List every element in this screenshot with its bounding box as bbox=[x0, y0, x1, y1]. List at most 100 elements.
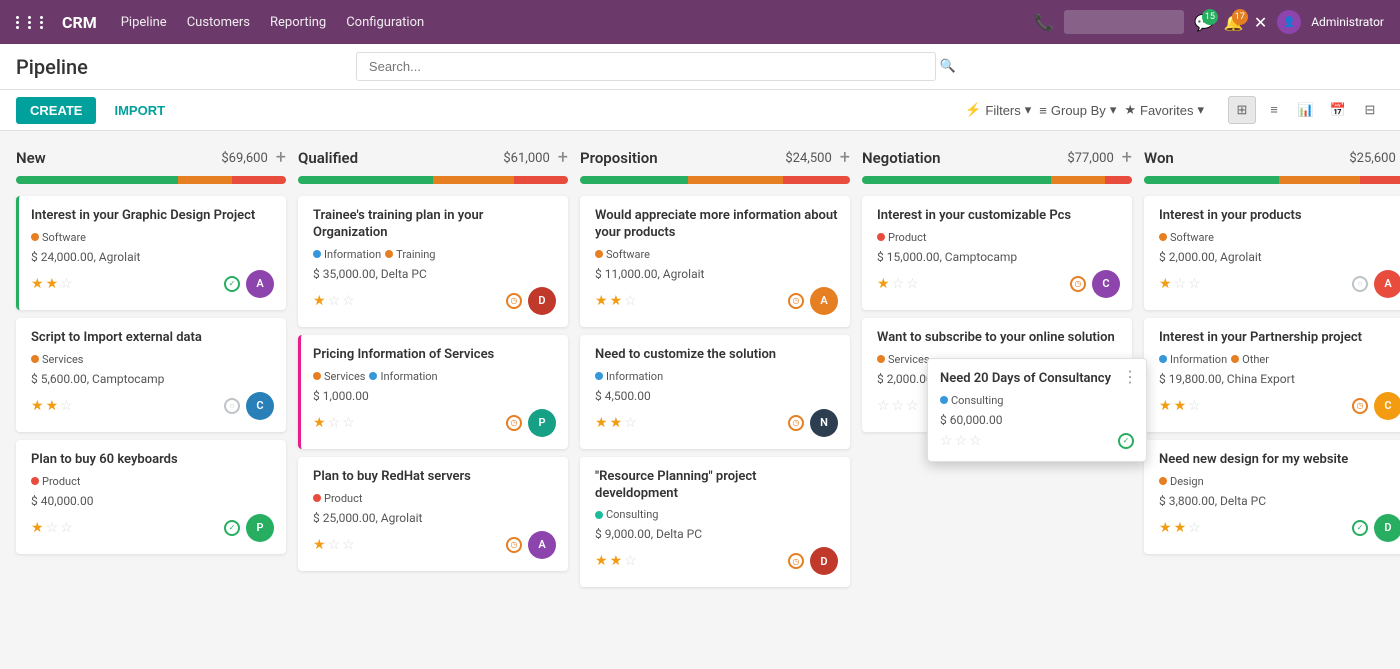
card-tags: Software bbox=[1159, 231, 1400, 244]
list-view-icon[interactable]: ≡ bbox=[1260, 96, 1288, 124]
card-avatar: C bbox=[1374, 392, 1400, 420]
calendar-view-icon[interactable]: 📅 bbox=[1324, 96, 1352, 124]
card-title: Interest in your Partnership project bbox=[1159, 330, 1400, 347]
kanban-card[interactable]: Plan to buy RedHat servers Product $ 25,… bbox=[298, 457, 568, 571]
popup-footer: ☆☆☆ ✓ bbox=[940, 433, 1134, 449]
nav-configuration[interactable]: Configuration bbox=[346, 15, 424, 30]
col-proposition: Proposition $24,500 + Would appreciate m… bbox=[580, 147, 850, 595]
card-tag: Design bbox=[1159, 475, 1204, 488]
card-tags: Software bbox=[595, 248, 838, 261]
star-2: ☆ bbox=[342, 537, 355, 553]
col-add-button[interactable]: + bbox=[558, 147, 568, 168]
star-2: ☆ bbox=[624, 415, 637, 431]
admin-name[interactable]: Administrator bbox=[1311, 15, 1384, 29]
card-avatar: P bbox=[528, 409, 556, 437]
tag-label: Information bbox=[324, 248, 381, 261]
tag-dot bbox=[595, 372, 603, 380]
card-title: Need new design for my website bbox=[1159, 452, 1400, 469]
kanban-card[interactable]: Would appreciate more information about … bbox=[580, 196, 850, 327]
tag-label: Information bbox=[380, 370, 437, 383]
star-1: ☆ bbox=[892, 398, 905, 414]
card-tags: Services bbox=[31, 353, 274, 366]
status-icon: ◷ bbox=[506, 293, 522, 309]
card-avatar: A bbox=[810, 287, 838, 315]
action-bar-right: ⚡ Filters ▾ ≡ Group By ▾ ★ Favorites ▾ ⊞… bbox=[965, 96, 1384, 124]
phone-icon[interactable]: 📞 bbox=[1034, 13, 1054, 32]
kanban-card[interactable]: Interest in your customizable Pcs Produc… bbox=[862, 196, 1132, 310]
favorites-button[interactable]: ★ Favorites ▾ bbox=[1124, 102, 1204, 118]
tag-label: Other bbox=[1242, 353, 1269, 366]
progress-bar bbox=[862, 176, 1132, 184]
brand-logo[interactable]: CRM bbox=[62, 13, 97, 32]
star-1: ★ bbox=[610, 293, 623, 309]
card-amount: $ 5,600.00, Camptocamp bbox=[31, 372, 274, 386]
card-footer: ★★☆ ◷ C bbox=[1159, 392, 1400, 420]
tag-dot bbox=[369, 372, 377, 380]
col-add-button[interactable]: + bbox=[276, 147, 286, 168]
card-right: ✓ P bbox=[224, 514, 274, 542]
tag-dot bbox=[1231, 355, 1239, 363]
card-footer: ★★☆ ○ C bbox=[31, 392, 274, 420]
star-2: ☆ bbox=[1188, 520, 1201, 536]
card-right: ◷ D bbox=[788, 547, 838, 575]
messages-icon-wrapper: 💬 15 bbox=[1194, 13, 1214, 32]
card-avatar: D bbox=[810, 547, 838, 575]
col-new: New $69,600 + Interest in your Graphic D… bbox=[16, 147, 286, 562]
nav-right: 📞 💬 15 🔔 17 ✕ 👤 Administrator bbox=[1034, 10, 1384, 34]
kanban-card[interactable]: Need new design for my website Design $ … bbox=[1144, 440, 1400, 554]
col-title: Proposition bbox=[580, 149, 658, 167]
card-stars: ★☆☆ bbox=[1159, 276, 1201, 292]
card-amount: $ 25,000.00, Agrolait bbox=[313, 511, 556, 525]
kanban-card[interactable]: Interest in your products Software $ 2,0… bbox=[1144, 196, 1400, 310]
chart-view-icon[interactable]: 📊 bbox=[1292, 96, 1320, 124]
tag-label: Information bbox=[606, 370, 663, 383]
tag-dot bbox=[31, 355, 39, 363]
card-stars: ★★☆ bbox=[31, 276, 73, 292]
card-stars: ★☆☆ bbox=[31, 520, 73, 536]
status-icon: ◷ bbox=[506, 415, 522, 431]
card-right: ◷ A bbox=[506, 531, 556, 559]
nav-pipeline[interactable]: Pipeline bbox=[121, 15, 167, 30]
status-icon: ◷ bbox=[788, 415, 804, 431]
star-0: ☆ bbox=[877, 398, 890, 414]
kanban-card[interactable]: Pricing Information of Services Services… bbox=[298, 335, 568, 449]
col-header: New $69,600 + bbox=[16, 147, 286, 168]
card-tags: Information Other bbox=[1159, 353, 1400, 366]
card-avatar: D bbox=[528, 287, 556, 315]
search-input[interactable] bbox=[356, 52, 936, 81]
import-button[interactable]: IMPORT bbox=[104, 97, 175, 124]
filters-button[interactable]: ⚡ Filters ▾ bbox=[965, 102, 1031, 118]
popup-tag-label: Consulting bbox=[951, 394, 1003, 407]
col-add-button[interactable]: + bbox=[1122, 147, 1132, 168]
avatar[interactable]: 👤 bbox=[1277, 10, 1301, 34]
grid-view-icon[interactable]: ⊟ bbox=[1356, 96, 1384, 124]
filters-chevron-icon: ▾ bbox=[1025, 102, 1032, 118]
apps-grid[interactable] bbox=[16, 16, 50, 29]
col-title: New bbox=[16, 149, 46, 167]
kanban-view-icon[interactable]: ⊞ bbox=[1228, 96, 1256, 124]
kanban-card[interactable]: Interest in your Graphic Design Project … bbox=[16, 196, 286, 310]
kanban-card[interactable]: "Resource Planning" project develdopment… bbox=[580, 457, 850, 588]
card-right: ◷ D bbox=[506, 287, 556, 315]
col-negotiation: Negotiation $77,000 + Interest in your c… bbox=[862, 147, 1132, 440]
card-tag: Consulting bbox=[595, 508, 658, 521]
kanban-card[interactable]: Need to customize the solution Informati… bbox=[580, 335, 850, 449]
tag-dot bbox=[877, 355, 885, 363]
nav-reporting[interactable]: Reporting bbox=[270, 15, 326, 30]
groupby-button[interactable]: ≡ Group By ▾ bbox=[1039, 102, 1116, 118]
card-tag: Product bbox=[877, 231, 926, 244]
kanban-card[interactable]: Interest in your Partnership project Inf… bbox=[1144, 318, 1400, 432]
nav-customers[interactable]: Customers bbox=[187, 15, 250, 30]
col-qualified: Qualified $61,000 + Trainee's training p… bbox=[298, 147, 568, 579]
create-button[interactable]: CREATE bbox=[16, 97, 96, 124]
col-add-button[interactable]: + bbox=[840, 147, 850, 168]
kanban-card[interactable]: Trainee's training plan in your Organiza… bbox=[298, 196, 568, 327]
more-icon[interactable]: ⋮ bbox=[1122, 367, 1138, 386]
kanban-card[interactable]: Plan to buy 60 keyboards Product $ 40,00… bbox=[16, 440, 286, 554]
card-title: Would appreciate more information about … bbox=[595, 208, 838, 242]
kanban-card[interactable]: Script to Import external data Services … bbox=[16, 318, 286, 432]
status-icon: ◷ bbox=[1070, 276, 1086, 292]
card-tag: Software bbox=[31, 231, 86, 244]
tag-dot bbox=[1159, 233, 1167, 241]
close-icon[interactable]: ✕ bbox=[1254, 13, 1267, 32]
